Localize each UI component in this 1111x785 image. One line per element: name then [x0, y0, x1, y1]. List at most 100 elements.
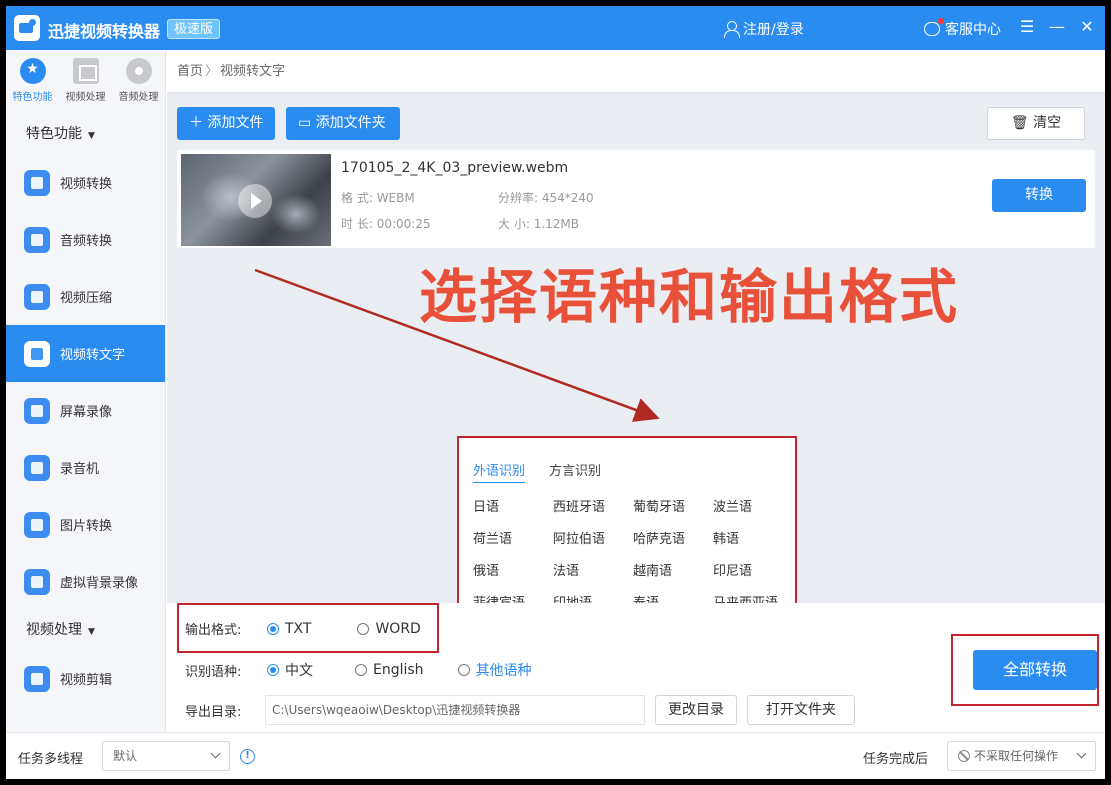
video-to-text-icon: [24, 340, 50, 367]
add-folder-button[interactable]: ▭ 添加文件夹: [286, 107, 400, 140]
sidebar-item-video-convert[interactable]: 视频转换: [6, 154, 165, 211]
sidebar-item-label: 图片转换: [60, 519, 113, 534]
plus-icon: ＋: [189, 115, 203, 131]
format-label: 格 式:: [341, 191, 373, 205]
tab-foreign-language[interactable]: 外语识别: [473, 460, 526, 483]
language-label: 识别语种:: [185, 664, 242, 680]
change-dir-button[interactable]: 更改目录: [655, 695, 737, 725]
title-bar: 迅捷视频转换器 极速版 注册/登录 客服中心 ☰ — ✕: [6, 6, 1105, 50]
film-icon: [72, 58, 99, 84]
tab-dialect[interactable]: 方言识别: [549, 460, 601, 483]
sidebar-item-video-compress[interactable]: 视频压缩: [6, 268, 165, 325]
file-item[interactable]: 170105_2_4K_03_preview.webm 格 式: WEBM 时 …: [177, 150, 1095, 248]
annotation-arrow: [254, 268, 660, 422]
minimize-icon[interactable]: —: [1047, 17, 1067, 37]
resolution-value: 454*240: [541, 191, 594, 205]
language-option[interactable]: 西班牙语: [553, 496, 633, 528]
language-option[interactable]: 葡萄牙语: [633, 496, 713, 528]
convert-button[interactable]: 转换: [992, 179, 1086, 212]
duration-value: 00:00:25: [376, 217, 431, 231]
breadcrumb-home[interactable]: 首页: [177, 64, 203, 79]
sidebar-item-screen-record[interactable]: 屏幕录像: [6, 382, 165, 439]
top-tab-featured[interactable]: 特色功能: [7, 58, 59, 114]
radio-dot: [457, 664, 470, 676]
main-content: 首页〉视频转文字 ＋ 添加文件 ▭ 添加文件夹 🗑 清空 170105_2_4K…: [167, 50, 1105, 732]
top-tab-video[interactable]: 视频处理: [60, 58, 112, 114]
caret-down-icon: ▼: [88, 627, 95, 637]
login-button[interactable]: 注册/登录: [724, 19, 804, 39]
chevron-down-icon: [210, 748, 221, 759]
file-resolution: 分辨率: 454*240: [498, 189, 594, 206]
multithread-select[interactable]: 默认: [102, 741, 230, 771]
section-video-processing[interactable]: 视频处理 ▼: [6, 610, 165, 650]
breadcrumb: 首页〉视频转文字: [167, 50, 1105, 93]
multithread-label: 任务多线程: [18, 752, 84, 767]
virtual-background-icon: [24, 568, 50, 595]
file-format: 格 式: WEBM: [341, 189, 415, 206]
language-option[interactable]: 波兰语: [713, 496, 793, 528]
after-complete-label: 任务完成后: [863, 752, 929, 767]
login-label: 注册/登录: [743, 22, 804, 38]
radio-label: 其他语种: [475, 663, 532, 679]
radio-dot: [355, 664, 367, 676]
sidebar-item-label: 音频转换: [60, 234, 113, 249]
file-duration: 时 长: 00:00:25: [341, 215, 431, 232]
sidebar-item-label: 视频转换: [60, 177, 113, 192]
info-icon[interactable]: !: [240, 749, 255, 764]
sidebar-item-video-to-text[interactable]: 视频转文字: [6, 325, 165, 382]
top-tab-label: 视频处理: [65, 92, 106, 103]
add-folder-label: 添加文件夹: [315, 115, 386, 131]
video-thumbnail[interactable]: [181, 154, 331, 246]
video-convert-icon: [24, 169, 50, 196]
radio-label: 中文: [285, 663, 313, 679]
footer-bar: 任务多线程 默认 ! 任务完成后 不采取任何操作: [6, 732, 1105, 779]
top-tab-label: 音频处理: [118, 92, 159, 103]
convert-all-button[interactable]: 全部转换: [973, 650, 1097, 690]
export-dir-label-row: 导出目录:: [185, 701, 241, 720]
language-option[interactable]: 荷兰语: [473, 528, 553, 560]
output-format-highlight: [177, 603, 439, 653]
disc-icon: [125, 58, 152, 84]
language-option[interactable]: 日语: [473, 496, 553, 528]
app-title: 迅捷视频转换器: [48, 22, 161, 41]
export-path-input[interactable]: C:\Users\wqeaoiw\Desktop\迅捷视频转换器: [265, 695, 645, 725]
language-option[interactable]: 法语: [553, 560, 633, 592]
sidebar-item-video-edit[interactable]: 视频剪辑: [6, 650, 165, 707]
no-action-icon: [958, 750, 970, 762]
top-tab-label: 特色功能: [12, 92, 53, 103]
play-icon[interactable]: [238, 184, 272, 218]
sidebar-item-label: 录音机: [60, 462, 100, 477]
language-option[interactable]: 韩语: [713, 528, 793, 560]
language-option[interactable]: 越南语: [633, 560, 713, 592]
chat-icon: [924, 18, 944, 36]
language-option[interactable]: 阿拉伯语: [553, 528, 633, 560]
section-featured[interactable]: 特色功能 ▼: [6, 114, 165, 154]
lang-english-radio[interactable]: English: [355, 662, 424, 678]
top-tab-audio[interactable]: 音频处理: [113, 58, 165, 114]
close-icon[interactable]: ✕: [1077, 17, 1097, 37]
language-option[interactable]: 印尼语: [713, 560, 793, 592]
sidebar-item-label: 视频剪辑: [60, 673, 113, 688]
sidebar-item-label: 视频转文字: [60, 348, 126, 363]
language-option[interactable]: 俄语: [473, 560, 553, 592]
menu-icon[interactable]: ☰: [1017, 17, 1037, 37]
lang-chinese-radio[interactable]: 中文: [267, 660, 313, 680]
sidebar-item-image-convert[interactable]: 图片转换: [6, 496, 165, 553]
customer-service-button[interactable]: 客服中心: [924, 18, 1001, 39]
star-icon: [19, 58, 46, 84]
app-window: 迅捷视频转换器 极速版 注册/登录 客服中心 ☰ — ✕ 特色功能 视频处理: [6, 6, 1105, 779]
add-file-label: 添加文件: [207, 115, 264, 131]
duration-label: 时 长:: [341, 217, 373, 231]
app-logo-icon: [14, 15, 40, 41]
clear-button[interactable]: 🗑 清空: [987, 107, 1085, 140]
after-complete-select[interactable]: 不采取任何操作: [947, 741, 1096, 771]
sidebar-item-audio-convert[interactable]: 音频转换: [6, 211, 165, 268]
language-option[interactable]: 哈萨克语: [633, 528, 713, 560]
recognize-language-row: 识别语种: 中文 English 其他语种: [185, 660, 532, 680]
sidebar-item-recorder[interactable]: 录音机: [6, 439, 165, 496]
add-file-button[interactable]: ＋ 添加文件: [177, 107, 275, 140]
lang-other-radio[interactable]: 其他语种: [457, 660, 532, 680]
open-folder-button[interactable]: 打开文件夹: [747, 695, 855, 725]
format-value: WEBM: [376, 191, 415, 205]
sidebar-item-virtual-bg[interactable]: 虚拟背景录像: [6, 553, 165, 610]
